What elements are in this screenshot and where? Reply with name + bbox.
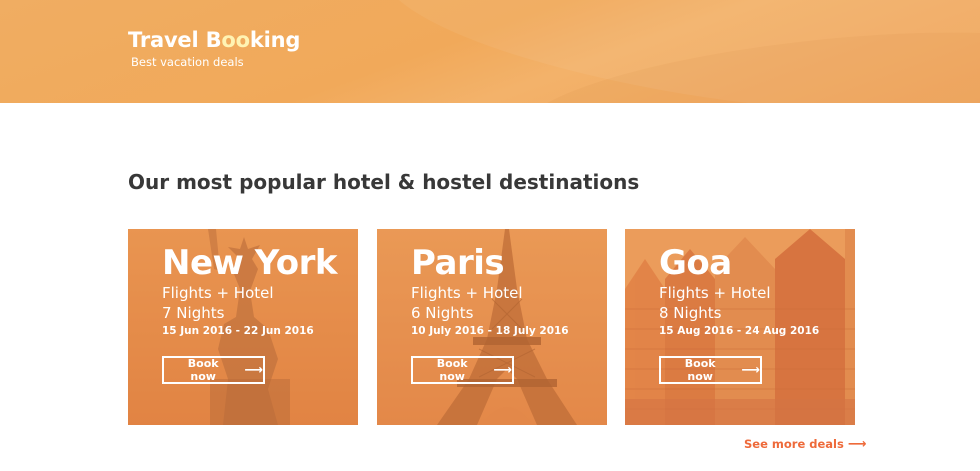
destination-card-goa[interactable]: Goa Flights + Hotel 8 Nights 15 Aug 2016… bbox=[625, 229, 855, 425]
card-nights: 6 Nights bbox=[411, 304, 474, 322]
destination-card-paris[interactable]: Paris Flights + Hotel 6 Nights 10 July 2… bbox=[377, 229, 607, 425]
site-tagline: Best vacation deals bbox=[131, 55, 244, 69]
see-more-deals-link[interactable]: See more deals ⟶ bbox=[744, 437, 866, 452]
arrow-right-icon: ⟶ bbox=[244, 362, 263, 378]
card-package: Flights + Hotel bbox=[659, 284, 771, 302]
site-logo-title[interactable]: Travel Booking bbox=[128, 28, 300, 52]
card-package: Flights + Hotel bbox=[162, 284, 274, 302]
card-content: New York Flights + Hotel 7 Nights 15 Jun… bbox=[162, 243, 338, 337]
book-now-label: Book now bbox=[187, 357, 219, 383]
arrow-right-icon: ⟶ bbox=[847, 437, 867, 452]
card-city: Paris bbox=[411, 243, 505, 283]
card-city: New York bbox=[162, 243, 338, 283]
brand[interactable]: Travel Booking Best vacation deals bbox=[128, 28, 300, 69]
arrow-right-icon: ⟶ bbox=[493, 362, 512, 378]
book-now-button[interactable]: Book now ⟶ bbox=[411, 356, 514, 384]
card-package: Flights + Hotel bbox=[411, 284, 523, 302]
arrow-right-icon: ⟶ bbox=[741, 362, 760, 378]
book-now-label: Book now bbox=[436, 357, 468, 383]
card-nights: 7 Nights bbox=[162, 304, 225, 322]
book-now-button[interactable]: Book now ⟶ bbox=[162, 356, 265, 384]
book-now-button[interactable]: Book now ⟶ bbox=[659, 356, 762, 384]
book-now-label: Book now bbox=[684, 357, 716, 383]
see-more-label: See more deals bbox=[744, 437, 844, 451]
card-content: Goa Flights + Hotel 8 Nights 15 Aug 2016… bbox=[659, 243, 819, 337]
card-nights: 8 Nights bbox=[659, 304, 722, 322]
section-title: Our most popular hotel & hostel destinat… bbox=[128, 170, 640, 194]
card-city: Goa bbox=[659, 243, 732, 283]
header-banner: Travel Booking Best vacation deals bbox=[0, 0, 980, 103]
card-content: Paris Flights + Hotel 6 Nights 10 July 2… bbox=[411, 243, 569, 337]
destination-card-new-york[interactable]: New York Flights + Hotel 7 Nights 15 Jun… bbox=[128, 229, 358, 425]
card-dates: 15 Aug 2016 - 24 Aug 2016 bbox=[659, 325, 820, 337]
card-dates: 10 July 2016 - 18 July 2016 bbox=[411, 325, 569, 337]
card-dates: 15 Jun 2016 - 22 Jun 2016 bbox=[162, 325, 314, 337]
